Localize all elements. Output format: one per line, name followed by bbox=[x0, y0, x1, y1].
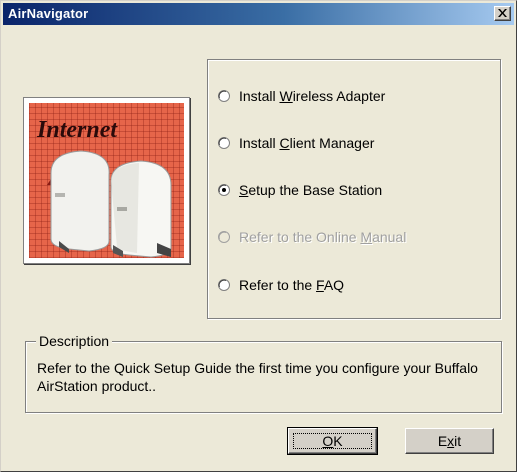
description-legend: Description bbox=[36, 333, 113, 349]
product-image-frame: Internet bbox=[23, 97, 190, 264]
radio-selected-icon[interactable] bbox=[218, 184, 230, 196]
radio-disabled-icon bbox=[218, 231, 230, 243]
airnavigator-dialog: AirNavigator Internet Install Wireless A… bbox=[0, 0, 517, 472]
option-label: Install Wireless Adapter bbox=[239, 88, 386, 104]
radio-unselected-icon[interactable] bbox=[218, 279, 230, 291]
ok-button-label: OK bbox=[322, 433, 343, 449]
option-label: Refer to the FAQ bbox=[239, 277, 345, 293]
exit-button[interactable]: Exit bbox=[405, 428, 494, 454]
option-label: Install Client Manager bbox=[239, 135, 375, 151]
title-bar[interactable]: AirNavigator bbox=[3, 3, 514, 25]
internet-product-image: Internet bbox=[29, 103, 184, 258]
ok-button[interactable]: OK bbox=[287, 427, 378, 455]
radio-unselected-icon[interactable] bbox=[218, 90, 230, 102]
option-label: Refer to the Online Manual bbox=[239, 229, 407, 245]
option-install-wireless-adapter[interactable]: Install Wireless Adapter bbox=[218, 86, 385, 106]
option-install-client-manager[interactable]: Install Client Manager bbox=[218, 133, 374, 153]
option-label: Setup the Base Station bbox=[239, 182, 383, 198]
option-refer-faq[interactable]: Refer to the FAQ bbox=[218, 275, 344, 295]
option-setup-base-station[interactable]: Setup the Base Station bbox=[218, 180, 382, 200]
close-button[interactable] bbox=[494, 6, 511, 21]
radio-unselected-icon[interactable] bbox=[218, 137, 230, 149]
setup-options-group: Install Wireless Adapter Install Client … bbox=[207, 59, 501, 319]
close-x-icon bbox=[498, 9, 507, 17]
option-refer-online-manual: Refer to the Online Manual bbox=[218, 227, 406, 247]
window-title: AirNavigator bbox=[8, 6, 89, 21]
base-station-illustration bbox=[47, 150, 172, 258]
description-text: Refer to the Quick Setup Guide the first… bbox=[37, 360, 478, 394]
exit-button-label: Exit bbox=[437, 433, 462, 449]
description-group: Description Refer to the Quick Setup Gui… bbox=[25, 333, 502, 413]
